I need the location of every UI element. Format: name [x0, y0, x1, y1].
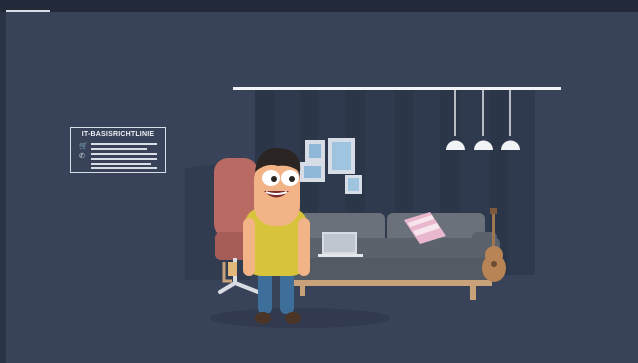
laptop [318, 232, 363, 257]
video-stage: IT-BASISRICHTLINIE 🛒 ✆ [0, 0, 638, 363]
living-room-illustration [185, 87, 561, 328]
ceiling-rail [233, 87, 561, 90]
